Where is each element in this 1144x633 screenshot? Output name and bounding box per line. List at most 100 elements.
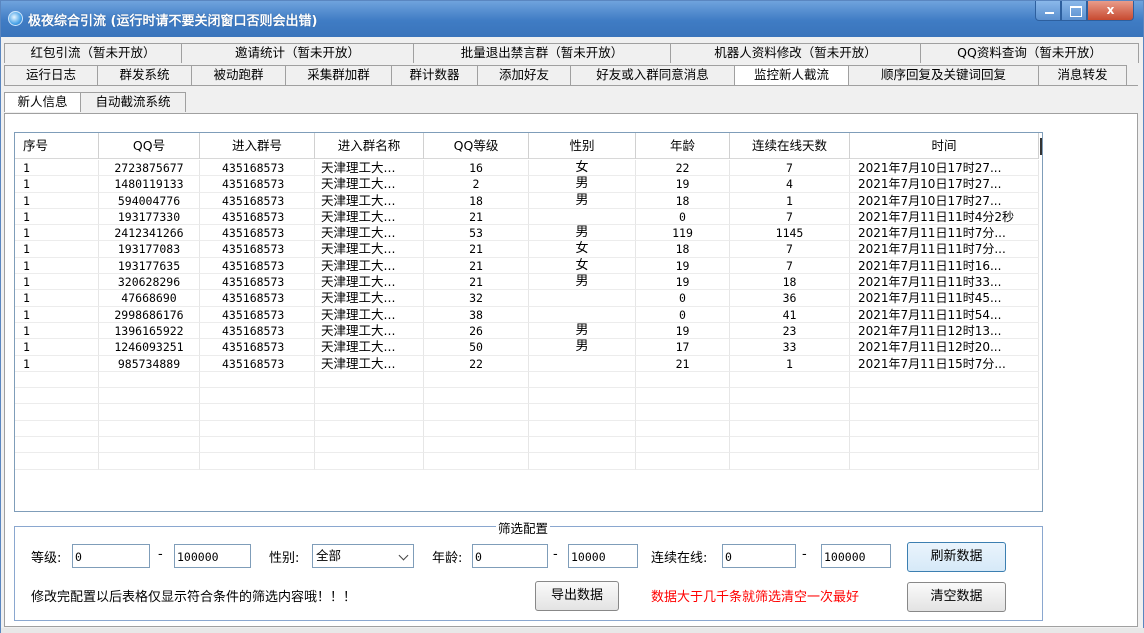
gender-label: 性别:	[269, 551, 300, 566]
level-min-input[interactable]: 0	[72, 544, 150, 568]
age-min-input[interactable]: 0	[472, 544, 548, 568]
tab-divider	[4, 85, 1138, 86]
newcomer-table[interactable]: 序号 QQ号 进入群号 进入群名称 QQ等级 性别 年龄 连续在线天数 时间 1 27238756…	[14, 132, 1043, 512]
table-cell: 193177083	[99, 241, 200, 258]
table-cell: 天津理工大...	[315, 290, 424, 307]
table-row[interactable]: 1 320628296 435168573 天津理工大... 21 男 19 18 2021年7…	[15, 274, 1039, 291]
tab-monitor-newcomer[interactable]: 监控新人截流	[734, 65, 849, 85]
subtab-auto-intercept[interactable]: 自动截流系统	[80, 92, 186, 112]
tab-message-forward[interactable]: 消息转发	[1038, 65, 1127, 85]
export-button[interactable]: 导出数据	[535, 581, 619, 611]
subtab-newcomer-info[interactable]: 新人信息	[4, 92, 81, 112]
table-row[interactable]: 1 2998686176 435168573 天津理工大... 38 0 41 2021年7月…	[15, 306, 1039, 323]
table-cell	[15, 371, 99, 389]
table-cell: 193177330	[99, 208, 200, 226]
tab-passive-group[interactable]: 被动跑群	[191, 65, 286, 85]
table-cell: 天津理工大...	[315, 306, 424, 323]
table-cell: 2021年7月11日11时16...	[850, 257, 1039, 275]
table-row[interactable]: 1 1246093251 435168573 天津理工大... 50 男 17 33 2021年…	[15, 339, 1039, 356]
tab-invite-stats[interactable]: 邀请统计（暂未开放）	[181, 43, 414, 63]
tab-collect-join[interactable]: 采集群加群	[285, 65, 392, 85]
gender-select[interactable]: 全部	[312, 544, 414, 568]
table-cell: 21	[424, 274, 529, 291]
table-cell: 男	[529, 225, 636, 242]
tab-agree-message[interactable]: 好友或入群同意消息	[570, 65, 735, 85]
table-cell	[315, 404, 424, 421]
column-header[interactable]: 进入群名称	[315, 133, 424, 159]
online-min-input[interactable]: 0	[722, 544, 796, 568]
table-cell	[730, 371, 850, 389]
table-cell	[730, 437, 850, 454]
maximize-button[interactable]	[1061, 1, 1087, 21]
column-resize-handle[interactable]	[1040, 138, 1042, 155]
table-row[interactable]: 1 47668690 435168573 天津理工大... 32 0 36 2021年7月11…	[15, 290, 1039, 307]
table-cell	[730, 404, 850, 421]
table-cell: 119	[636, 225, 730, 242]
column-header[interactable]: 年龄	[636, 133, 730, 159]
table-cell: 50	[424, 339, 529, 356]
chevron-down-icon	[398, 550, 409, 561]
table-cell: 21	[636, 355, 730, 372]
column-header[interactable]: 性别	[529, 133, 636, 159]
table-row[interactable]: 1 193177635 435168573 天津理工大... 21 女 19 7 2021年7月…	[15, 257, 1039, 275]
table-row[interactable]: 1 1480119133 435168573 天津理工大... 2 男 19 4 2021年7月…	[15, 176, 1039, 193]
tab-hongbao[interactable]: 红包引流（暂未开放）	[4, 43, 182, 63]
main-window: 极夜综合引流 (运行时请不要关闭窗口否则会出错) x 红包引流（暂未开放） 邀请…	[0, 0, 1144, 633]
tab-run-log[interactable]: 运行日志	[4, 65, 98, 85]
tab-qq-query[interactable]: QQ资料查询（暂未开放）	[920, 43, 1139, 63]
table-cell	[315, 371, 424, 389]
tab-batch-exit[interactable]: 批量退出禁言群（暂未开放）	[413, 43, 671, 63]
tab-add-friend[interactable]: 添加好友	[477, 65, 571, 85]
table-cell	[15, 388, 99, 405]
table-cell	[200, 420, 315, 438]
table-row[interactable]: 1 193177330 435168573 天津理工大... 21 0 7 2021年7月11…	[15, 208, 1039, 226]
column-header[interactable]: 进入群号	[200, 133, 315, 159]
table-cell	[730, 388, 850, 405]
online-dash: -	[802, 547, 807, 562]
table-row[interactable]: 1 985734889 435168573 天津理工大... 22 21 1 2021年7月1…	[15, 355, 1039, 372]
table-cell: 男	[529, 322, 636, 340]
table-row[interactable]: 1 2412341266 435168573 天津理工大... 53 男 119 1145 20…	[15, 225, 1039, 242]
table-row[interactable]: 1 193177083 435168573 天津理工大... 21 女 18 7 2021年7月…	[15, 241, 1039, 258]
table-cell: 7	[730, 160, 850, 177]
table-cell: 1480119133	[99, 176, 200, 193]
tab-robot-profile[interactable]: 机器人资料修改（暂未开放）	[670, 43, 921, 63]
refresh-button[interactable]: 刷新数据	[907, 542, 1006, 572]
close-button[interactable]: x	[1087, 1, 1134, 21]
table-cell	[424, 437, 529, 454]
table-cell: 435168573	[200, 355, 315, 372]
table-cell	[15, 404, 99, 421]
tab-mass-send[interactable]: 群发系统	[97, 65, 192, 85]
level-max-input[interactable]: 100000	[174, 544, 251, 568]
table-cell	[99, 420, 200, 438]
filter-title: 筛选配置	[496, 518, 551, 537]
column-header[interactable]: 序号	[15, 133, 99, 159]
table-cell: 天津理工大...	[315, 241, 424, 258]
table-cell: 1	[15, 160, 99, 177]
table-row-empty	[15, 420, 1039, 438]
table-row[interactable]: 1 2723875677 435168573 天津理工大... 16 女 22 7 2021年7…	[15, 160, 1039, 177]
title-bar[interactable]: 极夜综合引流 (运行时请不要关闭窗口否则会出错) x	[1, 1, 1143, 37]
column-header[interactable]: QQ等级	[424, 133, 529, 159]
online-max-input[interactable]: 100000	[821, 544, 891, 568]
table-cell: 天津理工大...	[315, 192, 424, 209]
minimize-button[interactable]	[1035, 1, 1061, 21]
gender-value: 全部	[316, 548, 342, 563]
table-cell: 2021年7月11日12时13...	[850, 322, 1039, 340]
table-cell	[15, 420, 99, 438]
tab-group-counter[interactable]: 群计数器	[391, 65, 478, 85]
table-row-empty	[15, 371, 1039, 389]
tab-sequence-reply[interactable]: 顺序回复及关键词回复	[848, 65, 1039, 85]
column-header[interactable]: 时间	[850, 133, 1039, 159]
table-cell: 53	[424, 225, 529, 242]
column-header[interactable]: QQ号	[99, 133, 200, 159]
table-cell	[424, 420, 529, 438]
table-cell	[424, 371, 529, 389]
age-max-input[interactable]: 10000	[568, 544, 638, 568]
clear-button[interactable]: 清空数据	[907, 582, 1006, 612]
table-row[interactable]: 1 594004776 435168573 天津理工大... 18 男 18 1 2021年7月…	[15, 192, 1039, 209]
table-cell: 21	[424, 208, 529, 226]
table-row[interactable]: 1 1396165922 435168573 天津理工大... 26 男 19 23 2021年…	[15, 322, 1039, 340]
column-header[interactable]: 连续在线天数	[730, 133, 850, 159]
table-cell: 2021年7月10日17时27...	[850, 176, 1039, 193]
